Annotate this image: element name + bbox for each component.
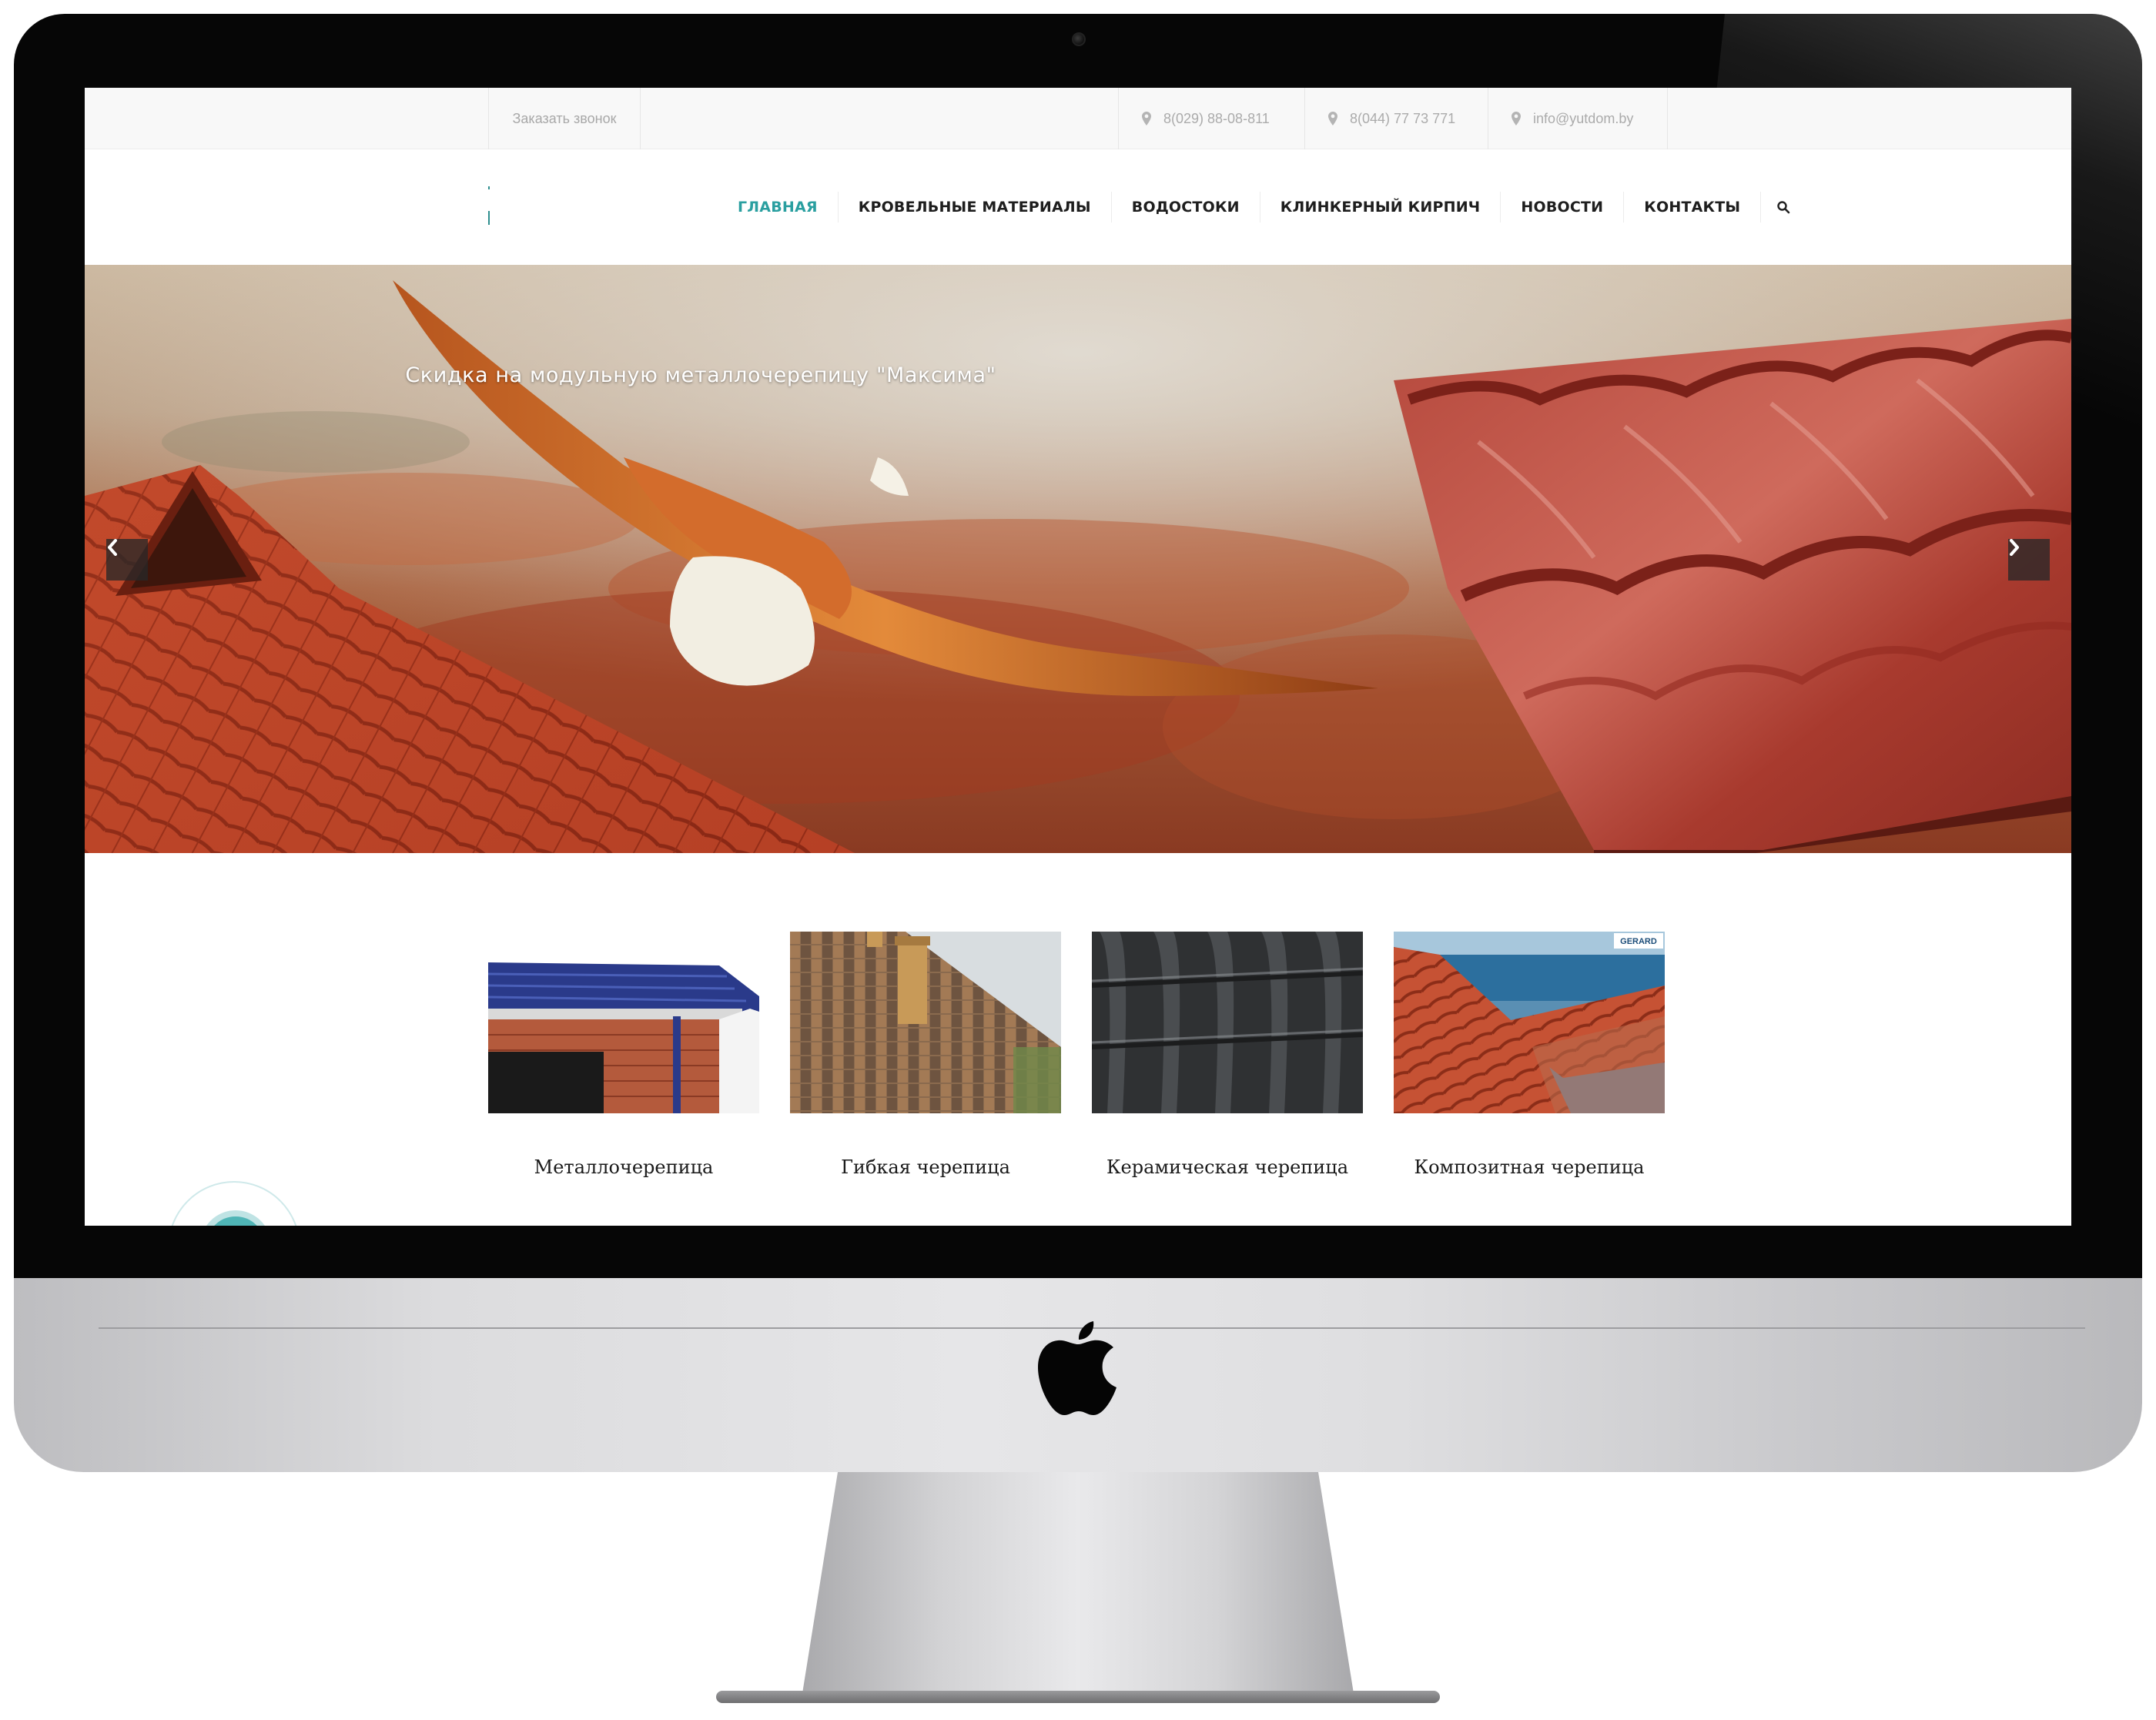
- category-card-metal-tile[interactable]: Металлочерепица: [488, 932, 759, 1178]
- category-label: Гибкая черепица: [841, 1156, 1010, 1178]
- contact-phone-2[interactable]: 8(044) 77 73 771: [1304, 88, 1488, 149]
- contact-phone-1[interactable]: 8(029) 88-08-811: [1118, 88, 1304, 149]
- webcam: [1072, 32, 1086, 46]
- nav-item-contacts[interactable]: КОНТАКТЫ: [1624, 192, 1762, 223]
- nav-item-news[interactable]: НОВОСТИ: [1501, 192, 1625, 223]
- nav-item-home[interactable]: ГЛАВНАЯ: [718, 192, 839, 223]
- contact-phone-2-text: 8(044) 77 73 771: [1350, 110, 1456, 126]
- category-label: Керамическая черепица: [1106, 1156, 1349, 1178]
- browser-screen: Заказать звонок 8(029) 88-08-811 8(044) …: [85, 88, 2071, 1226]
- category-grid: Металлочерепица Гибкая черепица Керамиче…: [488, 932, 1668, 1209]
- site-logo[interactable]: [488, 186, 491, 229]
- category-label: Металлочерепица: [534, 1156, 714, 1178]
- contact-phone-1-text: 8(029) 88-08-811: [1163, 110, 1270, 126]
- contact-email[interactable]: info@yutdom.by: [1488, 88, 1668, 149]
- map-pin-icon: [1328, 112, 1337, 125]
- chevron-right-icon: [2010, 539, 2019, 556]
- apple-logo-icon: [1038, 1321, 1116, 1415]
- category-label: Композитная черепица: [1414, 1156, 1645, 1178]
- category-image-metal-tile: [488, 932, 759, 1113]
- search-icon: [1777, 201, 1790, 214]
- hero-slide-image: [85, 265, 2071, 853]
- category-image-flexible-tile: [790, 932, 1061, 1113]
- category-card-flexible-tile[interactable]: Гибкая черепица: [790, 932, 1061, 1178]
- monitor-stand: [801, 1472, 1355, 1703]
- contact-email-text: info@yutdom.by: [1533, 110, 1634, 126]
- category-card-composite-tile[interactable]: GERARD Композитная черепица: [1394, 932, 1665, 1178]
- callback-link[interactable]: Заказать звонок: [488, 88, 641, 149]
- stand-base: [716, 1691, 1440, 1703]
- map-pin-icon: [1142, 112, 1151, 125]
- slider-prev-button[interactable]: [106, 539, 148, 581]
- search-button[interactable]: [1761, 192, 1806, 223]
- brand-badge-text: GERARD: [1620, 937, 1657, 946]
- nav-item-gutters[interactable]: ВОДОСТОКИ: [1112, 192, 1260, 223]
- hero-caption: Скидка на модульную металлочерепицу "Мак…: [405, 363, 996, 387]
- callback-widget[interactable]: [168, 1181, 300, 1226]
- map-pin-icon: [1512, 112, 1521, 125]
- main-header: ГЛАВНАЯ КРОВЕЛЬНЫЕ МАТЕРИАЛЫ ВОДОСТОКИ К…: [85, 149, 2071, 265]
- category-image-composite-tile: GERARD: [1394, 932, 1665, 1113]
- nav-item-roofing-materials[interactable]: КРОВЕЛЬНЫЕ МАТЕРИАЛЫ: [839, 192, 1112, 223]
- nav-item-clinker-brick[interactable]: КЛИНКЕРНЫЙ КИРПИЧ: [1260, 192, 1502, 223]
- main-nav: ГЛАВНАЯ КРОВЕЛЬНЫЕ МАТЕРИАЛЫ ВОДОСТОКИ К…: [718, 149, 1806, 265]
- callback-widget-icon: [200, 1210, 271, 1226]
- slider-next-button[interactable]: [2008, 539, 2050, 581]
- category-card-ceramic-tile[interactable]: Керамическая черепица: [1092, 932, 1363, 1178]
- top-bar: Заказать звонок 8(029) 88-08-811 8(044) …: [85, 88, 2071, 149]
- hero-slider: Скидка на модульную металлочерепицу "Мак…: [85, 265, 2071, 853]
- chevron-left-icon: [108, 539, 117, 556]
- category-image-ceramic-tile: [1092, 932, 1363, 1113]
